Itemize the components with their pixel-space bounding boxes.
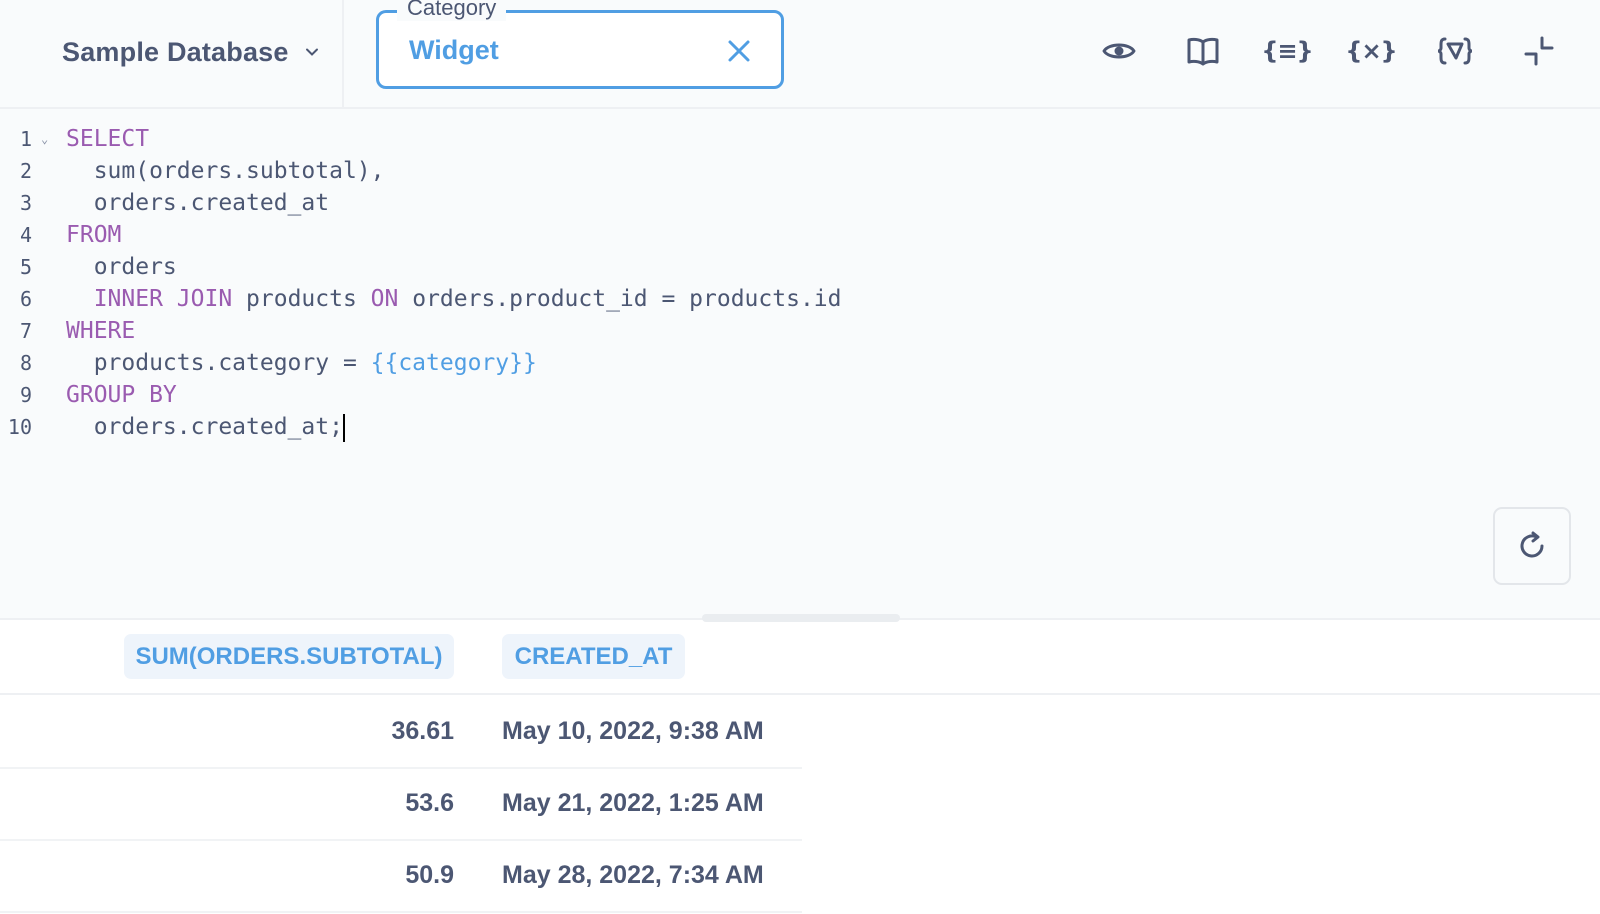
line-text: GROUP BY — [66, 379, 177, 411]
category-parameter-widget[interactable]: Category Widget — [376, 10, 784, 89]
refresh-icon — [1516, 530, 1548, 562]
line-number: 4 — [0, 219, 32, 251]
line-text: FROM — [66, 219, 121, 251]
line-text: SELECT — [66, 123, 149, 155]
sql-text: orders — [66, 254, 177, 280]
database-name: Sample Database — [62, 37, 289, 68]
line-number: 7 — [0, 315, 32, 347]
close-icon[interactable] — [725, 37, 753, 65]
line-number: 5 — [0, 251, 32, 283]
table-row: 50.9 May 28, 2022, 7:34 AM — [0, 839, 802, 913]
sql-text — [66, 286, 94, 312]
snippet-icon: {≡} — [1261, 37, 1312, 65]
table-row: 53.6 May 21, 2022, 1:25 AM — [0, 767, 802, 841]
eye-icon — [1102, 39, 1136, 63]
collapse-editor-button[interactable] — [1520, 30, 1558, 72]
column-header-sum[interactable]: SUM(ORDERS.SUBTOTAL) — [124, 634, 454, 679]
sql-text: orders.created_at; — [66, 414, 343, 440]
sql-keyword: WHERE — [66, 318, 135, 344]
line-number: 6 — [0, 283, 32, 315]
sql-text: products.category = — [66, 350, 371, 376]
template-variable: {{category}} — [371, 350, 537, 376]
chevron-down-icon — [305, 45, 319, 59]
book-icon — [1186, 36, 1220, 66]
sql-keyword: FROM — [66, 222, 121, 248]
variables-icon: {×} — [1345, 37, 1396, 65]
header-divider — [342, 0, 344, 107]
line-number: 2 — [0, 155, 32, 187]
sql-text: orders.product_id = products.id — [398, 286, 841, 312]
cell-created-at[interactable]: May 21, 2022, 1:25 AM — [502, 767, 764, 839]
line-text: WHERE — [66, 315, 135, 347]
sql-keyword: ON — [371, 286, 399, 312]
parameter-value[interactable]: Widget — [409, 35, 499, 66]
sql-keyword: GROUP BY — [66, 382, 177, 408]
line-number: 9 — [0, 379, 32, 411]
line-number: 8 — [0, 347, 32, 379]
line-text: INNER JOIN products ON orders.product_id… — [66, 283, 841, 315]
run-query-button[interactable] — [1493, 507, 1571, 585]
preview-query-button[interactable] — [1100, 30, 1138, 72]
sql-text: products — [232, 286, 370, 312]
sql-text: orders.created_at — [66, 190, 329, 216]
line-text: orders — [66, 251, 177, 283]
sql-keyword: SELECT — [66, 126, 149, 152]
results-header: SUM(ORDERS.SUBTOTAL) CREATED_AT — [0, 620, 1600, 695]
data-model-button[interactable] — [1436, 30, 1474, 72]
line-text: orders.created_at — [66, 187, 329, 219]
line-number: 1 — [0, 123, 32, 155]
snippets-button[interactable]: {≡} — [1268, 30, 1306, 72]
line-text: orders.created_at; — [66, 411, 345, 443]
collapse-icon — [1522, 34, 1556, 68]
column-header-created-at[interactable]: CREATED_AT — [502, 634, 685, 679]
cell-sum[interactable]: 50.9 — [405, 839, 454, 911]
cell-created-at[interactable]: May 10, 2022, 9:38 AM — [502, 695, 764, 767]
fold-chevron-icon[interactable]: ⌄ — [41, 123, 48, 155]
line-number: 10 — [0, 411, 32, 443]
line-text: sum(orders.subtotal), — [66, 155, 385, 187]
data-model-icon — [1436, 36, 1474, 66]
line-text: products.category = {{category}} — [66, 347, 537, 379]
variables-button[interactable]: {×} — [1352, 30, 1390, 72]
query-header: Sample Database Category Widget {≡} {×} — [0, 0, 1600, 109]
table-row: 36.61 May 10, 2022, 9:38 AM — [0, 695, 802, 769]
sql-editor[interactable]: 1 ⌄ SELECT 2 sum(orders.subtotal), 3 orders.… — [0, 109, 1600, 618]
editor-toolbar: {≡} {×} — [1100, 30, 1558, 72]
data-reference-button[interactable] — [1184, 30, 1222, 72]
sql-text: sum(orders.subtotal), — [66, 158, 385, 184]
sql-keyword: INNER JOIN — [94, 286, 232, 312]
cell-sum[interactable]: 53.6 — [405, 767, 454, 839]
cell-created-at[interactable]: May 28, 2022, 7:34 AM — [502, 839, 764, 911]
database-picker[interactable]: Sample Database — [62, 30, 319, 74]
line-number: 3 — [0, 187, 32, 219]
parameter-label: Category — [397, 0, 506, 21]
cell-sum[interactable]: 36.61 — [391, 695, 454, 767]
text-cursor — [343, 414, 345, 442]
